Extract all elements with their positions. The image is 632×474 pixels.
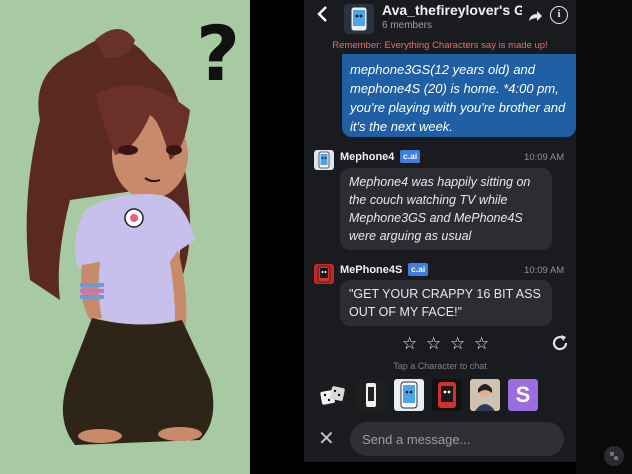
message-composer: ✕ (304, 420, 576, 462)
chat-app: Ava_thefireylover's Grc 6 members i Reme… (250, 0, 632, 474)
message-input[interactable] (350, 422, 564, 456)
message-sender-name[interactable]: MePhone4S (340, 264, 402, 276)
star-icon[interactable]: ☆ (426, 335, 442, 352)
red-phone-icon (438, 382, 456, 408)
random-character-button[interactable] (318, 379, 348, 411)
character-selector: S (318, 378, 538, 412)
character-drawing: ? (26, 9, 240, 445)
bot-message-text: "GET YOUR CRAPPY 16 BIT ASS OUT OF MY FA… (349, 287, 541, 319)
chat-window: Ava_thefireylover's Grc 6 members i Reme… (304, 0, 576, 462)
back-button[interactable] (316, 4, 332, 26)
tap-character-hint: Tap a Character to chat (393, 361, 487, 371)
regenerate-button[interactable] (550, 333, 570, 353)
collapse-button[interactable] (604, 446, 624, 466)
right-edge-strip (576, 0, 632, 474)
close-button[interactable]: ✕ (318, 428, 336, 450)
mephone4s-avatar[interactable] (432, 379, 462, 411)
message-time: 10:09 AM (524, 152, 565, 163)
refresh-icon (552, 335, 568, 351)
red-phone-icon (317, 265, 331, 283)
cai-badge: c.ai (408, 263, 429, 276)
star-icon[interactable]: ☆ (450, 335, 466, 352)
collapse-arrows-icon (609, 451, 619, 461)
disclaimer-text: Remember: Everything Characters say is m… (332, 40, 548, 51)
chat-header: Ava_thefireylover's Grc 6 members i (304, 0, 576, 38)
person-avatar-icon (470, 379, 500, 411)
info-button[interactable]: i (550, 6, 568, 24)
rating-stars: ☆ ☆ ☆ ☆ (402, 335, 490, 352)
character-artwork: ? (0, 0, 250, 474)
user-message-bubble: mephone3GS(12 years old) and mephone4S (… (342, 54, 576, 137)
phone-character-icon (350, 6, 368, 32)
bot-message-text: Mephone4 was happily sitting on the couc… (349, 175, 531, 243)
human-character-avatar[interactable] (470, 379, 500, 411)
cai-badge: c.ai (400, 150, 421, 163)
star-icon[interactable]: ☆ (474, 335, 490, 352)
bot-message-bubble: "GET YOUR CRAPPY 16 BIT ASS OUT OF MY FA… (340, 280, 552, 326)
mephone3gs-avatar[interactable] (356, 379, 386, 411)
group-title[interactable]: Ava_thefireylover's Grc (382, 2, 522, 18)
message-time: 10:09 AM (524, 265, 565, 276)
mephone4-avatar[interactable] (394, 379, 424, 411)
phone-character-icon (400, 381, 418, 409)
phone-character-icon (366, 383, 376, 407)
question-mark: ? (196, 9, 240, 98)
message-sender-name[interactable]: Mephone4 (340, 151, 394, 163)
mephone4s-message-avatar[interactable] (314, 264, 334, 284)
dice-icon (320, 386, 345, 405)
group-avatar[interactable] (344, 4, 374, 34)
info-icon: i (557, 8, 561, 20)
group-members-count: 6 members (382, 20, 433, 31)
share-icon (529, 11, 542, 21)
s-avatar[interactable]: S (508, 379, 538, 411)
chevron-left-icon (317, 6, 327, 22)
bot-message-bubble: Mephone4 was happily sitting on the couc… (340, 168, 552, 250)
mephone4-message-avatar[interactable] (314, 150, 334, 170)
share-button[interactable] (526, 7, 544, 25)
star-icon[interactable]: ☆ (402, 335, 418, 352)
phone-character-icon (318, 151, 330, 169)
